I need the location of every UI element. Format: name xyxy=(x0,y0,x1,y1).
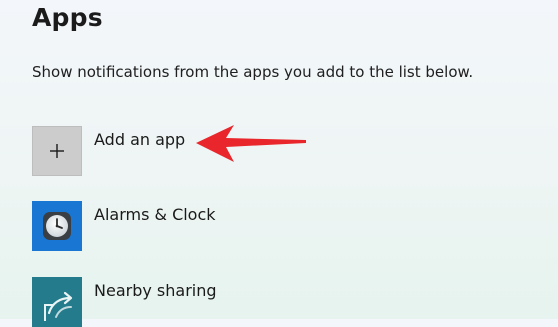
nearby-sharing-tile xyxy=(32,277,82,327)
nearby-sharing-label: Nearby sharing xyxy=(94,281,217,300)
plus-icon xyxy=(50,144,64,158)
share-icon xyxy=(44,291,73,321)
apps-section-description: Show notifications from the apps you add… xyxy=(32,63,474,81)
add-an-app-label: Add an app xyxy=(94,130,186,149)
clock-icon xyxy=(43,212,71,240)
app-item-nearby-sharing[interactable]: Nearby sharing xyxy=(32,277,392,327)
alarms-clock-tile xyxy=(32,201,82,251)
apps-section-title: Apps xyxy=(32,3,103,32)
alarms-clock-label: Alarms & Clock xyxy=(94,205,216,224)
app-item-alarms-clock[interactable]: Alarms & Clock xyxy=(32,201,392,251)
add-app-tile[interactable] xyxy=(32,126,82,176)
annotation-arrow-icon xyxy=(196,125,306,162)
